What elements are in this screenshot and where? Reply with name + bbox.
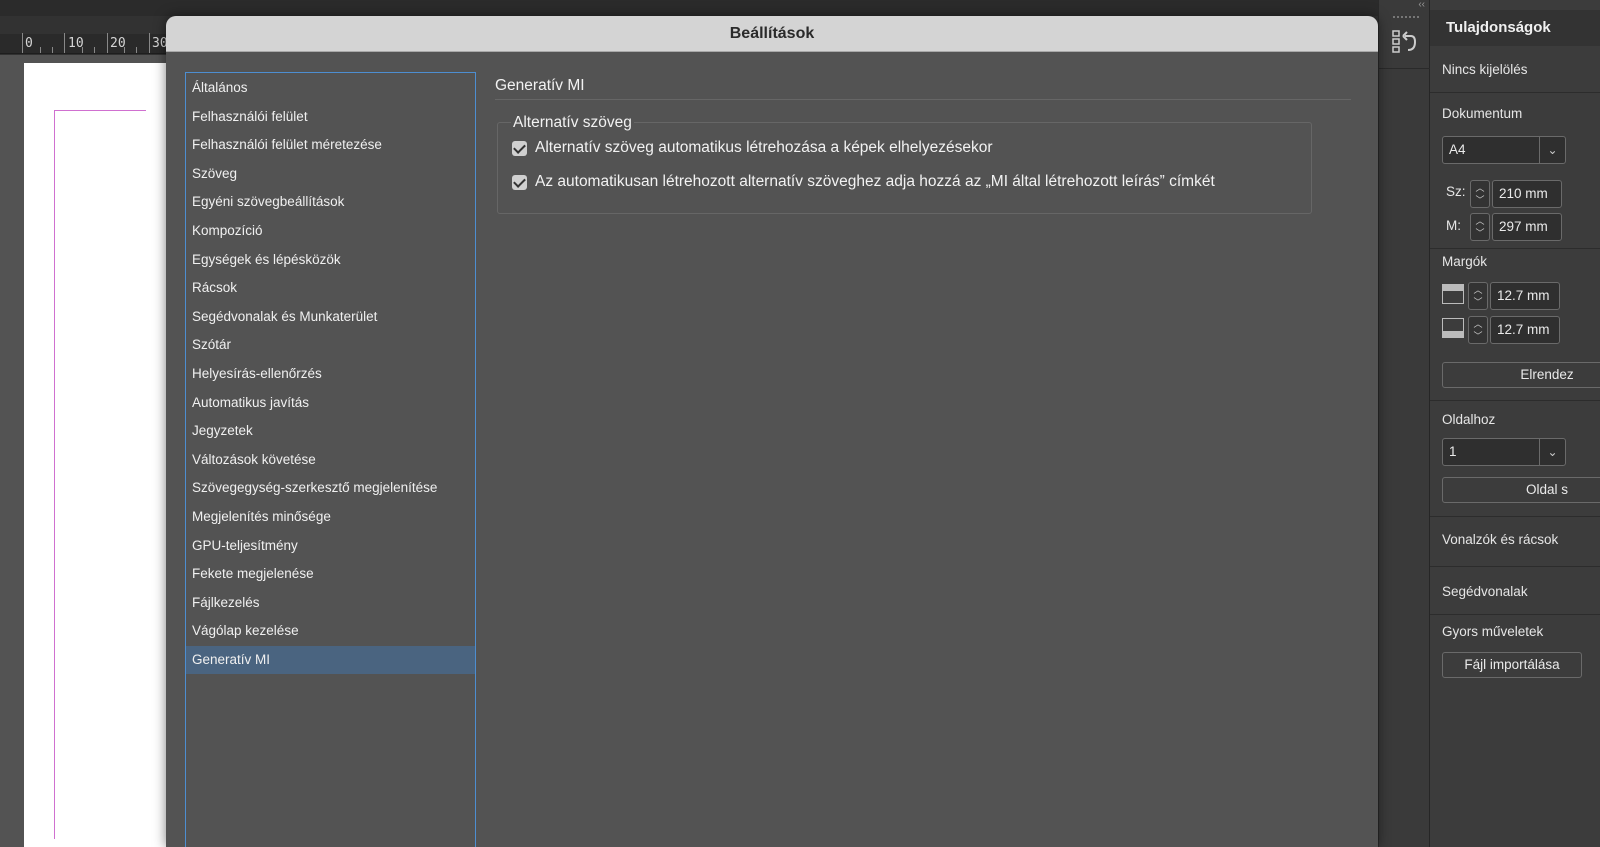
auto-alt-text-checkbox[interactable] [512, 140, 527, 156]
panel-dock-strip: ‹‹ [1378, 0, 1431, 847]
properties-panel-tab[interactable]: Tulajdonságok [1430, 10, 1600, 46]
option-label: Az automatikusan létrehozott alternatív … [535, 173, 1215, 190]
dialog-title: Beállítások [166, 16, 1378, 52]
ai-label-option[interactable]: Az automatikusan létrehozott alternatív … [512, 171, 1215, 193]
page-section-label: Oldalhoz [1442, 412, 1496, 427]
margin-guide [54, 110, 146, 839]
collapse-panels-icon[interactable]: ‹‹ [1379, 0, 1431, 10]
category-item[interactable]: Szövegegység-szerkesztő megjelenítése [186, 474, 475, 503]
document-canvas[interactable] [0, 55, 170, 847]
top-margin-icon [1442, 284, 1464, 304]
width-stepper[interactable]: ︿ ﹀ [1470, 180, 1490, 208]
category-item[interactable]: Fekete megjelenése [186, 560, 475, 589]
preferences-dialog: Beállítások Általános Felhasználói felüle… [166, 16, 1378, 847]
category-item[interactable]: Helyesírás-ellenőrzés [186, 360, 475, 389]
quick-actions-label: Gyors műveletek [1442, 624, 1544, 639]
bottom-margin-stepper[interactable]: ︿ ﹀ [1468, 316, 1488, 344]
category-item[interactable]: Egységek és lépésközök [186, 246, 475, 275]
grip-icon[interactable] [1393, 16, 1419, 22]
option-label: Alternatív szöveg automatikus létrehozás… [535, 139, 993, 156]
category-item[interactable]: Szótár [186, 331, 475, 360]
category-item[interactable]: Vágólap kezelése [186, 617, 475, 646]
horizontal-ruler: 0 10 20 30 [0, 33, 170, 54]
category-item[interactable]: Kompozíció [186, 217, 475, 246]
height-label: M: [1446, 218, 1461, 233]
chevron-down-icon[interactable]: ⌄ [1539, 439, 1565, 465]
category-item[interactable]: Változások követése [186, 446, 475, 475]
ai-label-checkbox[interactable] [512, 174, 527, 190]
category-item[interactable]: Megjelenítés minősége [186, 503, 475, 532]
divider [1379, 68, 1431, 69]
width-label: Sz: [1446, 184, 1466, 199]
page-button[interactable]: Oldal s [1442, 477, 1600, 503]
bottom-margin-icon [1442, 318, 1464, 338]
category-item[interactable]: Egyéni szövegbeállítások [186, 188, 475, 217]
page-size-value: A4 [1449, 142, 1466, 157]
height-field[interactable]: 297 mm [1492, 213, 1562, 241]
width-field[interactable]: 210 mm [1492, 180, 1562, 208]
rulers-grids-label[interactable]: Vonalzók és rácsok [1442, 532, 1558, 547]
page-value: 1 [1449, 444, 1457, 459]
category-list[interactable]: Általános Felhasználói felület Felhasználó… [185, 72, 476, 847]
height-stepper[interactable]: ︿ ﹀ [1470, 213, 1490, 241]
category-item[interactable]: Általános [186, 74, 475, 103]
no-selection-label: Nincs kijelölés [1442, 62, 1528, 77]
properties-panel: Tulajdonságok Nincs kijelölés Dokumentum… [1430, 0, 1600, 847]
settings-content: Generatív MI Alternatív szöveg automatik… [495, 72, 1355, 214]
document-section-label: Dokumentum [1442, 106, 1523, 121]
application-bar [0, 0, 1600, 16]
category-item[interactable]: Rácsok [186, 274, 475, 303]
margins-section-label: Margók [1442, 254, 1488, 269]
top-margin-field[interactable]: 12.7 mm [1490, 282, 1560, 310]
alt-text-group: Alternatív szöveg automatikus létrehozás… [497, 122, 1312, 214]
category-item[interactable]: Segédvonalak és Munkaterület [186, 303, 475, 332]
pages-panel-icon[interactable] [1391, 28, 1417, 56]
group-title: Alternatív szöveg [511, 114, 634, 132]
import-file-button[interactable]: Fájl importálása [1442, 652, 1582, 678]
category-item[interactable]: Felhasználói felület [186, 103, 475, 132]
category-item[interactable]: Automatikus javítás [186, 389, 475, 418]
section-title: Generatív MI [495, 72, 1351, 100]
bottom-margin-field[interactable]: 12.7 mm [1490, 316, 1560, 344]
arrange-button[interactable]: Elrendez [1442, 362, 1600, 388]
category-item[interactable]: Felhasználói felület méretezése [186, 131, 475, 160]
category-item[interactable]: Szöveg [186, 160, 475, 189]
category-item[interactable]: Fájlkezelés [186, 589, 475, 618]
category-item[interactable]: Jegyzetek [186, 417, 475, 446]
ruler-label: 0 [25, 36, 33, 51]
page-size-dropdown[interactable]: A4 ⌄ [1442, 136, 1566, 164]
category-item[interactable]: Generatív MI [186, 645, 475, 675]
category-item[interactable]: GPU-teljesítmény [186, 532, 475, 561]
top-margin-stepper[interactable]: ︿ ﹀ [1468, 282, 1488, 310]
guides-label[interactable]: Segédvonalak [1442, 584, 1528, 599]
page-dropdown[interactable]: 1 ⌄ [1442, 438, 1566, 466]
chevron-down-icon[interactable]: ⌄ [1539, 137, 1565, 163]
auto-alt-text-option[interactable]: Alternatív szöveg automatikus létrehozás… [512, 137, 993, 159]
